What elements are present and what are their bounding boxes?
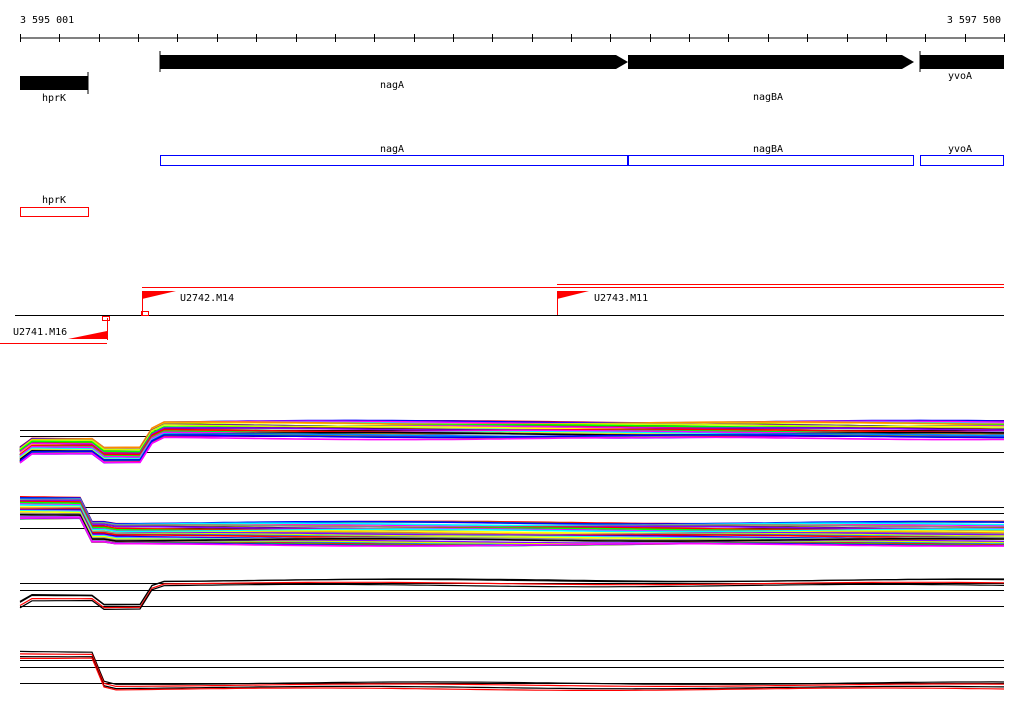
promoter-U2743.M11[interactable]: U2743.M11 [557, 291, 648, 315]
annotation-nagBA[interactable]: nagBA [628, 144, 914, 166]
annotation-label: hprK [42, 195, 66, 206]
profile-panel-2 [19, 496, 1005, 547]
promoter-flag-icon [557, 291, 589, 299]
annotation-label: nagBA [753, 144, 783, 155]
genome-browser-canvas: 3 595 001 3 597 500 hprK nagA nagBA yvoA… [0, 15, 1005, 692]
promoter-label: U2743.M11 [594, 293, 648, 304]
promoter-U2741.M16[interactable]: U2741.M16 [0, 316, 110, 344]
gene-label: yvoA [948, 71, 972, 82]
annotation-label: yvoA [948, 144, 972, 155]
promoter-flag-icon [142, 291, 176, 299]
profile-line [19, 436, 1004, 464]
expression-profiles [19, 419, 1005, 692]
profile-line [19, 497, 1005, 526]
annotation-label: nagA [380, 144, 404, 155]
promoter-U2742.M14[interactable]: U2742.M14 [141, 291, 235, 316]
gene-hprK[interactable]: hprK [20, 72, 89, 104]
profile-line [19, 583, 1005, 611]
gene-label: hprK [42, 93, 66, 104]
gene-yvoA[interactable]: yvoA [919, 51, 1004, 82]
profile-line [20, 497, 1005, 525]
profile-panel-4 [19, 650, 1005, 692]
profile-line [19, 496, 1004, 525]
promoter-label: U2741.M16 [13, 327, 67, 338]
annotation-yvoA[interactable]: yvoA [920, 144, 1004, 166]
gene-label: nagA [380, 80, 404, 91]
annotation-nagA[interactable]: nagA [160, 144, 628, 166]
profile-line [19, 653, 1005, 688]
promoter-flag-icon [68, 331, 107, 339]
coordinate-ruler [20, 34, 1005, 42]
gene-nagBA[interactable]: nagBA [628, 55, 914, 103]
promoter-label: U2742.M14 [180, 293, 234, 304]
ruler-end-label: 3 597 500 [947, 15, 1001, 26]
ruler-start-label: 3 595 001 [20, 15, 74, 26]
gene-label: nagBA [753, 92, 783, 103]
annotation-hprK[interactable]: hprK [20, 195, 89, 217]
profile-panel-3 [19, 578, 1005, 611]
gene-nagA[interactable]: nagA [159, 51, 628, 91]
profile-panel-1 [19, 419, 1005, 464]
